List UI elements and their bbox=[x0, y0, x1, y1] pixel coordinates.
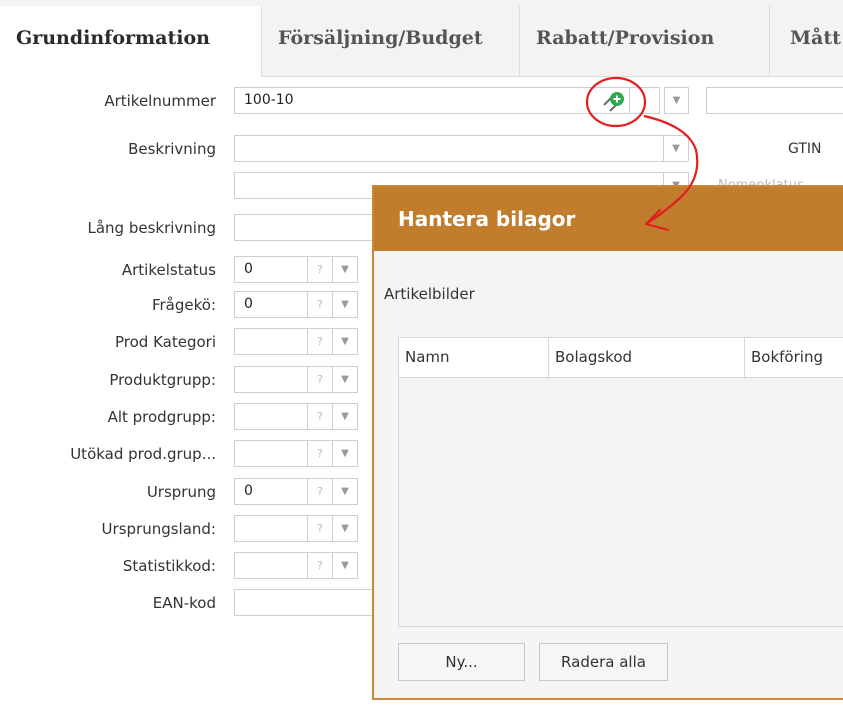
utokad-prodgrupp-dropdown[interactable]: ▼ bbox=[333, 440, 358, 467]
artikelstatus-lookup-button[interactable]: ? bbox=[308, 256, 333, 283]
alt-prodgrupp-lookup-button[interactable]: ? bbox=[308, 403, 333, 430]
delete-all-button[interactable]: Radera alla bbox=[539, 643, 668, 681]
gtin-label: GTIN bbox=[788, 141, 822, 157]
artikelbilder-label: Artikelbilder bbox=[384, 285, 475, 303]
tab-grundinformation[interactable]: Grundinformation bbox=[0, 6, 262, 77]
ursprungsland-label: Ursprungsland: bbox=[101, 520, 216, 538]
artikelnummer-extra-input[interactable] bbox=[706, 87, 843, 114]
ursprungsland-lookup-button[interactable]: ? bbox=[308, 515, 333, 542]
ursprung-lookup-button[interactable]: ? bbox=[308, 478, 333, 505]
prod-kategori-label: Prod Kategori bbox=[115, 333, 216, 351]
artikelstatus-dropdown[interactable]: ▼ bbox=[333, 256, 358, 283]
prod-kategori-input[interactable] bbox=[234, 328, 308, 355]
column-namn[interactable]: Namn bbox=[399, 338, 549, 377]
tab-bar: Grundinformation Försäljning/Budget Raba… bbox=[0, 0, 843, 77]
ean-kod-label: EAN-kod bbox=[152, 594, 216, 612]
statistikkod-label: Statistikkod: bbox=[122, 557, 216, 575]
produktgrupp-label: Produktgrupp: bbox=[109, 371, 216, 389]
frageko-lookup-button[interactable]: ? bbox=[308, 291, 333, 318]
beskrivning-label: Beskrivning bbox=[128, 140, 216, 158]
ean-kod-input[interactable] bbox=[234, 589, 384, 616]
column-bokforing[interactable]: Bokföring bbox=[745, 338, 843, 377]
prod-kategori-lookup-button[interactable]: ? bbox=[308, 328, 333, 355]
produktgrupp-lookup-button[interactable]: ? bbox=[308, 366, 333, 393]
artikelnummer-label: Artikelnummer bbox=[104, 92, 216, 110]
statistikkod-lookup-button[interactable]: ? bbox=[308, 552, 333, 579]
statistikkod-input[interactable] bbox=[234, 552, 308, 579]
beskrivning-dropdown[interactable]: ▼ bbox=[664, 135, 689, 162]
lang-beskrivning-input[interactable] bbox=[234, 214, 394, 241]
lang-beskrivning-label: Lång beskrivning bbox=[87, 219, 216, 237]
frageko-label: Frågekö: bbox=[151, 296, 216, 314]
frageko-input[interactable]: 0 bbox=[234, 291, 308, 318]
artikelstatus-label: Artikelstatus bbox=[121, 261, 216, 279]
grid-header: Namn Bolagskod Bokföring bbox=[399, 338, 843, 378]
utokad-prodgrupp-input[interactable] bbox=[234, 440, 308, 467]
produktgrupp-dropdown[interactable]: ▼ bbox=[333, 366, 358, 393]
ursprung-dropdown[interactable]: ▼ bbox=[333, 478, 358, 505]
attachments-grid[interactable]: Namn Bolagskod Bokföring bbox=[398, 337, 843, 627]
tab-forsaljning-budget[interactable]: Försäljning/Budget bbox=[262, 6, 520, 76]
utokad-prodgrupp-label: Utökad prod.grup... bbox=[70, 445, 216, 463]
tab-matt[interactable]: Mått bbox=[770, 6, 843, 76]
hantera-bilagor-dialog: Hantera bilagor Artikelbilder Namn Bolag… bbox=[372, 185, 843, 700]
alt-prodgrupp-dropdown[interactable]: ▼ bbox=[333, 403, 358, 430]
utokad-prodgrupp-lookup-button[interactable]: ? bbox=[308, 440, 333, 467]
ursprung-label: Ursprung bbox=[146, 483, 216, 501]
new-attachment-button[interactable]: Ny... bbox=[398, 643, 525, 681]
dialog-body: Artikelbilder Namn Bolagskod Bokföring N… bbox=[374, 251, 843, 698]
prod-kategori-dropdown[interactable]: ▼ bbox=[333, 328, 358, 355]
alt-prodgrupp-label: Alt prodgrupp: bbox=[107, 408, 216, 426]
tab-rabatt-provision[interactable]: Rabatt/Provision bbox=[520, 6, 770, 76]
beskrivning-input[interactable] bbox=[234, 135, 664, 162]
artikelnummer-dropdown[interactable]: ▼ bbox=[664, 87, 689, 114]
ursprung-input[interactable]: 0 bbox=[234, 478, 308, 505]
produktgrupp-input[interactable] bbox=[234, 366, 308, 393]
statistikkod-dropdown[interactable]: ▼ bbox=[333, 552, 358, 579]
alt-prodgrupp-input[interactable] bbox=[234, 403, 308, 430]
ursprungsland-dropdown[interactable]: ▼ bbox=[333, 515, 358, 542]
paperclip-add-icon bbox=[603, 92, 624, 112]
ursprungsland-input[interactable] bbox=[234, 515, 308, 542]
add-attachment-button[interactable] bbox=[592, 87, 630, 114]
column-bolagskod[interactable]: Bolagskod bbox=[549, 338, 745, 377]
frageko-dropdown[interactable]: ▼ bbox=[333, 291, 358, 318]
artikelstatus-input[interactable]: 0 bbox=[234, 256, 308, 283]
dialog-title[interactable]: Hantera bilagor bbox=[374, 187, 843, 251]
